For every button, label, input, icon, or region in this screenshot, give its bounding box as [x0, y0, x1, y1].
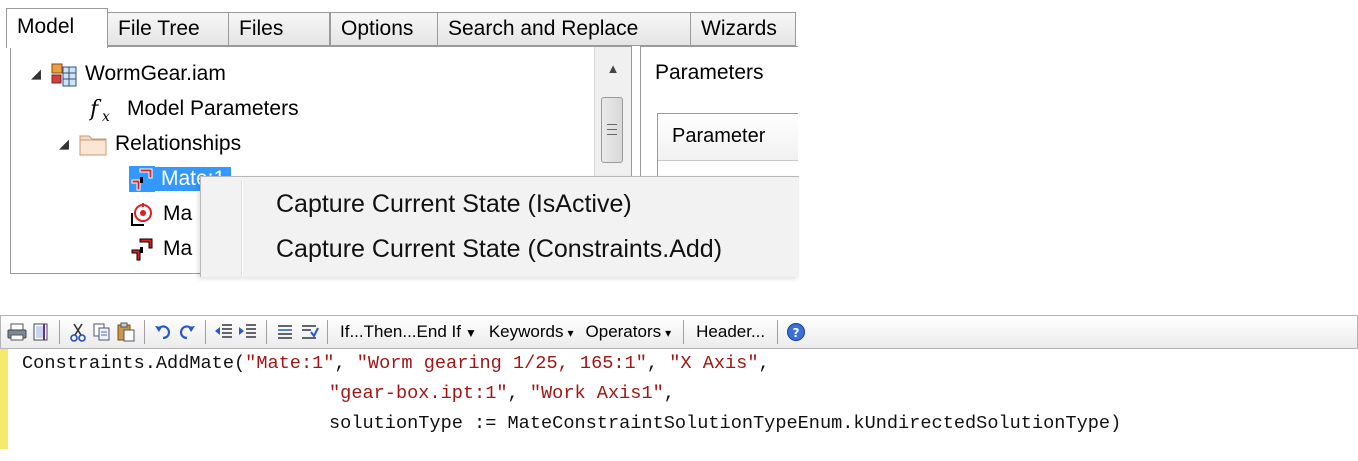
scroll-thumb[interactable] [601, 97, 623, 163]
toolbar-separator [327, 320, 328, 344]
svg-text:x: x [102, 109, 110, 124]
grip-line [607, 134, 617, 135]
parameters-title: Parameters [655, 61, 764, 84]
help-icon[interactable]: ? [785, 321, 807, 343]
code-method: Constraints.AddMate( [22, 353, 246, 374]
tree-item-mate[interactable]: Ma [129, 234, 192, 264]
code-punct: , [758, 353, 770, 374]
tab-strip: Model File Tree Files Options Search and… [6, 8, 796, 48]
mate-constraint-icon [129, 236, 155, 262]
tab-label: File Tree [118, 17, 200, 40]
svg-text:f: f [89, 97, 102, 122]
uncomment-icon[interactable] [298, 321, 320, 343]
toolbar-separator [59, 320, 60, 344]
toolbar-separator [205, 320, 206, 344]
header-button[interactable]: Header... [690, 322, 771, 342]
column-header-label: Parameter [672, 125, 766, 147]
tab-files[interactable]: Files [228, 12, 330, 46]
tree-item-relationships[interactable]: ◢ Relationships [57, 129, 241, 159]
tab-model[interactable]: Model [6, 8, 108, 48]
folder-icon [79, 131, 107, 157]
tab-options[interactable]: Options [330, 12, 438, 46]
tab-wizards[interactable]: Wizards [690, 12, 796, 46]
tab-label: Search and Replace [448, 17, 639, 40]
collapse-icon[interactable]: ◢ [29, 66, 43, 82]
code-punct: , [334, 353, 357, 374]
parameter-column-header[interactable]: Parameter [658, 114, 798, 161]
code-line-2: "gear-box.ipt:1", "Work Axis1", [329, 383, 675, 404]
assembly-icon [51, 61, 77, 87]
copy-icon[interactable] [91, 321, 113, 343]
tree-label: WormGear.iam [85, 62, 226, 85]
dropdown-label: If...Then...End If [340, 322, 461, 341]
indent-icon[interactable] [237, 321, 259, 343]
scroll-up-arrow-icon[interactable]: ▲ [595, 61, 631, 81]
tree-item-model-parameters[interactable]: f x Model Parameters [88, 94, 299, 125]
insert-constraint-icon [129, 201, 155, 227]
tab-search-and-replace[interactable]: Search and Replace [437, 12, 691, 46]
undo-icon[interactable] [152, 321, 174, 343]
menu-gutter [241, 181, 243, 277]
code-punct: , [663, 383, 675, 404]
code-string: "X Axis" [669, 353, 759, 374]
chevron-down-icon: ▼ [464, 326, 477, 340]
svg-text:?: ? [793, 326, 800, 340]
context-menu: Capture Current State (IsActive) Capture… [200, 176, 799, 277]
tab-file-tree[interactable]: File Tree [107, 12, 229, 46]
code-line-1: Constraints.AddMate("Mate:1", "Worm gear… [22, 353, 770, 374]
code-string: "Work Axis1" [529, 383, 664, 404]
change-indicator-bar [0, 349, 8, 449]
keywords-dropdown[interactable]: Keywords ▾ [483, 322, 580, 342]
fx-icon: f x [88, 96, 119, 125]
tab-label: Files [239, 17, 284, 40]
code-punct: , [507, 383, 530, 404]
grip-line [607, 124, 617, 125]
toolbar-separator [777, 320, 779, 344]
tree-label: Ma [163, 237, 193, 260]
code-string: "gear-box.ipt:1" [329, 383, 508, 404]
collapse-icon[interactable]: ◢ [57, 136, 71, 152]
toolbar-separator [144, 320, 145, 344]
dropdown-label: Keywords [488, 322, 564, 341]
tab-label: Wizards [701, 17, 777, 40]
tree-label: Relationships [115, 132, 242, 155]
code-string: "Mate:1" [245, 353, 335, 374]
toolbar-separator [683, 320, 685, 344]
mate-constraint-icon [129, 271, 155, 273]
print-icon[interactable] [6, 321, 28, 343]
menu-item-capture-constraints-add[interactable]: Capture Current State (Constraints.Add) [276, 235, 722, 264]
editor-toolbar: If...Then...End If ▼ Keywords ▾ Operators ▾… [0, 315, 1358, 349]
tree-label: Ma [163, 202, 193, 225]
tree-item-root[interactable]: ◢ WormGear.iam [29, 59, 226, 89]
code-editor[interactable]: Constraints.AddMate("Mate:1", "Worm gear… [0, 349, 1358, 461]
code-line-3: solutionType := MateConstraintSolutionTy… [329, 413, 1122, 434]
tree-label: Model Parameters [127, 97, 299, 120]
tree-item-partial[interactable] [129, 269, 163, 273]
operators-dropdown[interactable]: Operators ▾ [580, 322, 678, 342]
tree-item-insert-constraint[interactable]: Ma [129, 199, 192, 229]
if-then-end-if-dropdown[interactable]: If...Then...End If ▼ [334, 322, 483, 342]
print-preview-icon[interactable] [30, 321, 52, 343]
tab-label: Model [17, 15, 75, 38]
code-string: "Worm gearing 1/25, 165:1" [356, 353, 647, 374]
code-punct: , [646, 353, 670, 374]
menu-item-capture-isactive[interactable]: Capture Current State (IsActive) [276, 190, 632, 219]
dropdown-label: Operators [585, 322, 662, 341]
grip-line [607, 129, 617, 130]
toolbar-separator [266, 320, 267, 344]
outdent-icon[interactable] [213, 321, 235, 343]
cut-icon[interactable] [67, 321, 89, 343]
paste-icon[interactable] [115, 321, 137, 343]
mate-constraint-icon [129, 166, 155, 192]
redo-icon[interactable] [176, 321, 198, 343]
chevron-down-icon: ▾ [665, 326, 672, 340]
chevron-down-icon: ▾ [567, 326, 574, 340]
tab-label: Options [341, 17, 414, 40]
comment-icon[interactable] [274, 321, 296, 343]
